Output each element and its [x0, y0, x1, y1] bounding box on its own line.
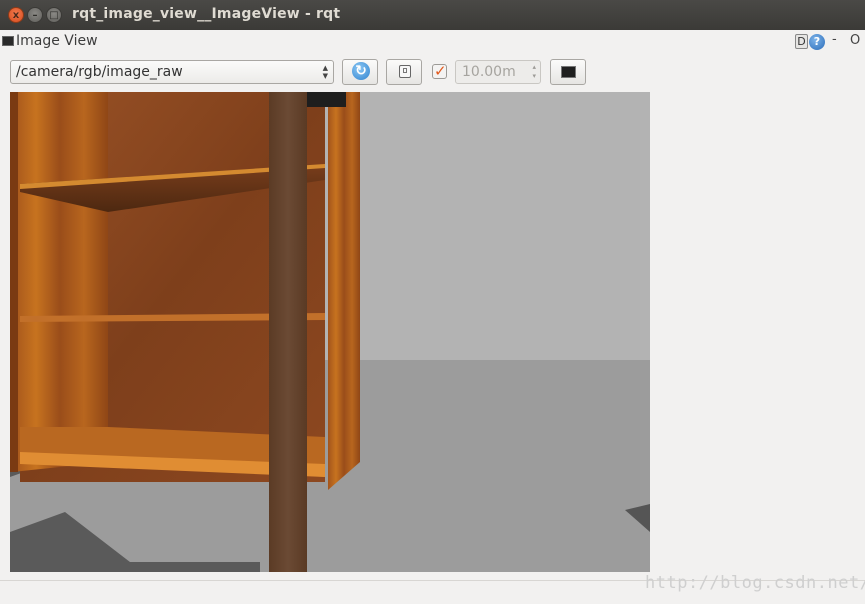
refresh-icon: ↻: [352, 62, 370, 80]
save-image-button[interactable]: [386, 59, 422, 85]
dock-d-button[interactable]: D: [795, 34, 808, 49]
title-bar: x – □ rqt_image_view__ImageView - rqt: [0, 0, 865, 30]
color-scheme-button[interactable]: [550, 59, 586, 85]
updown-arrows-icon: ▲ ▼: [322, 64, 328, 80]
save-icon: [399, 65, 411, 78]
maximize-icon: □: [49, 10, 59, 21]
watermark-text: http://blog.csdn.net/: [645, 573, 865, 593]
color-scheme-icon: [561, 66, 576, 78]
topic-select-value: /camera/rgb/image_raw: [16, 64, 183, 80]
rqt-window: x – □ rqt_image_view__ImageView - rqt Im…: [0, 0, 865, 604]
max-range-spinbox[interactable]: 10.00m ▴ ▾: [455, 60, 541, 84]
maximize-window-button[interactable]: □: [46, 7, 62, 23]
close-icon: x: [12, 10, 20, 21]
minimize-icon: –: [32, 10, 38, 21]
camera-image: [10, 92, 650, 572]
refresh-button[interactable]: ↻: [342, 59, 378, 85]
help-icon[interactable]: ?: [809, 34, 825, 50]
minimize-window-button[interactable]: –: [27, 7, 43, 23]
camera-image-render: [10, 92, 650, 572]
window-title: rqt_image_view__ImageView - rqt: [72, 6, 341, 22]
dock-minimize-button[interactable]: -: [832, 32, 837, 47]
dock-close-button[interactable]: O: [850, 33, 860, 48]
checkmark-icon: ✓: [434, 62, 447, 80]
dock-title: Image View: [16, 33, 98, 49]
dock-header: Image View D ? - O: [0, 30, 865, 52]
topic-select[interactable]: /camera/rgb/image_raw ▲ ▼: [10, 60, 334, 84]
close-window-button[interactable]: x: [8, 7, 24, 23]
image-view-icon: [2, 36, 14, 46]
max-range-value: 10.00m: [462, 64, 516, 80]
smooth-checkbox[interactable]: ✓: [432, 62, 447, 80]
spin-arrows-icon: ▴ ▾: [532, 63, 536, 80]
